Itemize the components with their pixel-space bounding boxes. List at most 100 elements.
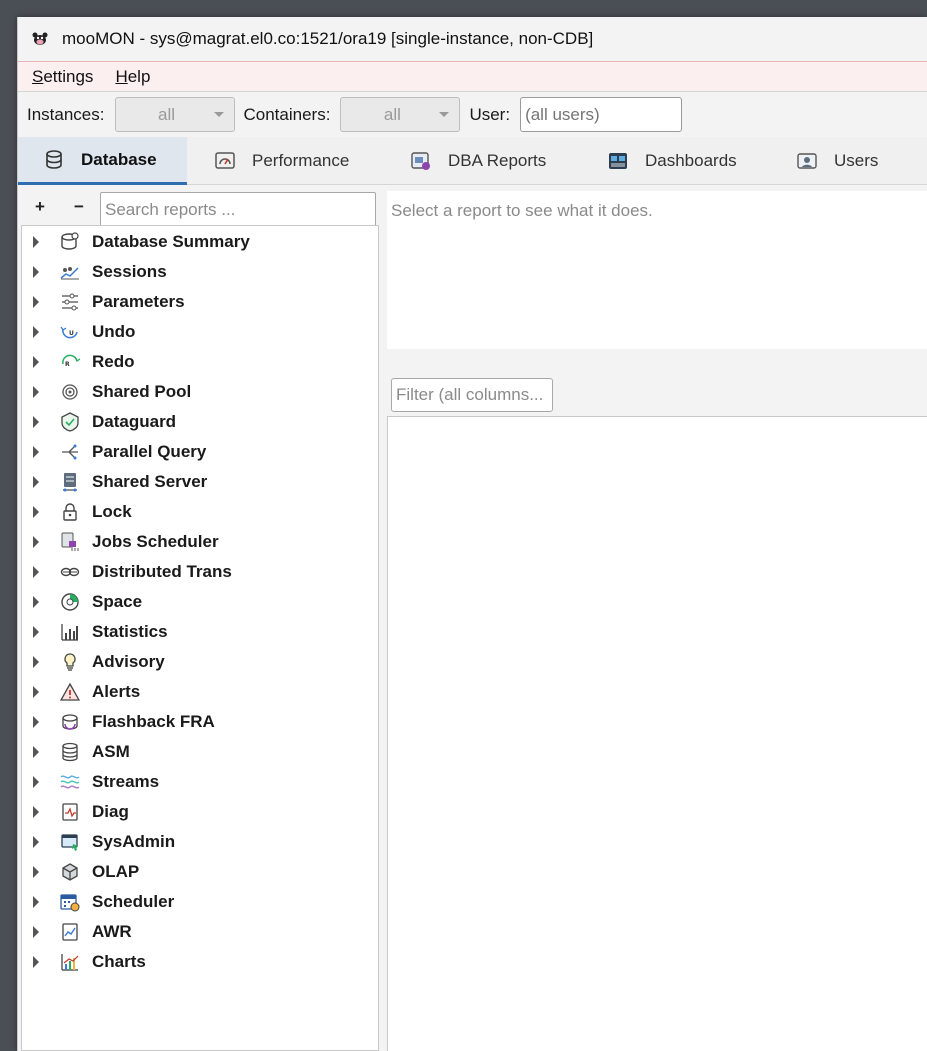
expand-arrow-icon[interactable]	[33, 596, 39, 608]
tree-item[interactable]: Shared Server	[22, 467, 378, 497]
chevron-down-icon	[213, 112, 224, 117]
expand-arrow-icon[interactable]	[33, 446, 39, 458]
tab-performance[interactable]: Performance	[214, 137, 389, 185]
tab-dba-reports-label: DBA Reports	[448, 151, 547, 170]
title-bar: mooMON - sys@magrat.el0.co:1521/ora19 [s…	[18, 17, 927, 61]
reports-pane: + − Database Summary Sessions Parameters	[18, 185, 379, 1051]
menu-settings-mnemonic: S	[32, 66, 44, 86]
tree-item-label: Alerts	[92, 682, 141, 701]
expand-arrow-icon[interactable]	[33, 356, 39, 368]
expand-all-button[interactable]: +	[35, 197, 45, 217]
tree-item[interactable]: Statistics	[22, 617, 378, 647]
user-input[interactable]	[520, 97, 683, 132]
results-grid[interactable]	[387, 416, 927, 1051]
advisory-icon	[64, 653, 76, 671]
tree-item[interactable]: R Redo	[22, 347, 378, 377]
flashback-fra-icon	[62, 714, 78, 730]
expand-arrow-icon[interactable]	[33, 236, 39, 248]
instances-combo[interactable]: all	[114, 97, 235, 132]
expand-arrow-icon[interactable]	[33, 626, 39, 638]
window-title: mooMON - sys@magrat.el0.co:1521/ora19 [s…	[62, 29, 594, 48]
expand-arrow-icon[interactable]	[33, 926, 39, 938]
reports-tree: Database Summary Sessions Parameters U U…	[21, 225, 379, 1051]
tab-users[interactable]: Users	[796, 137, 926, 185]
tree-item-label: AWR	[92, 922, 132, 941]
pane-splitter[interactable]	[379, 185, 387, 1051]
tree-item[interactable]: Parameters	[22, 287, 378, 317]
tree-item-label: Streams	[92, 772, 160, 791]
cow-logo-icon	[32, 32, 48, 45]
menu-settings[interactable]: Settings	[32, 67, 93, 87]
tab-dashboards[interactable]: Dashboards	[607, 137, 782, 185]
expand-arrow-icon[interactable]	[33, 896, 39, 908]
tree-item[interactable]: Scheduler	[22, 887, 378, 917]
asm-icon	[62, 742, 78, 762]
search-reports-input[interactable]	[100, 192, 376, 227]
expand-arrow-icon[interactable]	[33, 746, 39, 758]
tree-item[interactable]: Shared Pool	[22, 377, 378, 407]
expand-arrow-icon[interactable]	[33, 566, 39, 578]
menu-bar: Settings Help	[18, 61, 927, 91]
expand-arrow-icon[interactable]	[33, 476, 39, 488]
expand-arrow-icon[interactable]	[33, 386, 39, 398]
expand-arrow-icon[interactable]	[33, 296, 39, 308]
expand-arrow-icon[interactable]	[33, 776, 39, 788]
expand-arrow-icon[interactable]	[33, 506, 39, 518]
database-summary-icon	[61, 232, 79, 250]
tree-item[interactable]: Dataguard	[22, 407, 378, 437]
expand-arrow-icon[interactable]	[33, 686, 39, 698]
expand-arrow-icon[interactable]	[33, 866, 39, 878]
tree-item[interactable]: Advisory	[22, 647, 378, 677]
containers-combo[interactable]: all	[340, 97, 461, 132]
tree-item-label: Parameters	[92, 292, 185, 311]
tree-item-label: OLAP	[92, 862, 140, 881]
tree-item[interactable]: Space	[22, 587, 378, 617]
tree-item[interactable]: Distributed Trans	[22, 557, 378, 587]
tree-item[interactable]: U Undo	[22, 317, 378, 347]
reports-toolbar: + −	[18, 189, 379, 227]
tree-item[interactable]: Lock	[22, 497, 378, 527]
expand-arrow-icon[interactable]	[33, 836, 39, 848]
filter-columns-input[interactable]	[391, 378, 553, 412]
tree-item[interactable]: Flashback FRA	[22, 707, 378, 737]
containers-label: Containers:	[243, 104, 331, 124]
tree-item-label: Charts	[92, 952, 146, 971]
expand-arrow-icon[interactable]	[33, 716, 39, 728]
scheduler-icon	[60, 894, 80, 912]
tree-item-label: Advisory	[92, 652, 165, 671]
olap-icon	[62, 863, 78, 881]
tree-item-label: Statistics	[92, 622, 168, 641]
tree-item-label: Database Summary	[92, 232, 250, 251]
tree-item[interactable]: Streams	[22, 767, 378, 797]
tree-item[interactable]: ASM	[22, 737, 378, 767]
tab-dba-reports[interactable]: DBA Reports	[410, 137, 585, 185]
jobs-scheduler-icon	[61, 532, 79, 551]
expand-arrow-icon[interactable]	[33, 266, 39, 278]
expand-arrow-icon[interactable]	[33, 326, 39, 338]
tab-database[interactable]: Database	[18, 137, 187, 185]
tree-item[interactable]: Jobs Scheduler	[22, 527, 378, 557]
expand-arrow-icon[interactable]	[33, 656, 39, 668]
tree-item-label: Space	[92, 592, 143, 611]
tab-database-label: Database	[81, 149, 157, 169]
menu-help[interactable]: Help	[115, 67, 150, 87]
tree-item[interactable]: Parallel Query	[22, 437, 378, 467]
tree-item[interactable]: OLAP	[22, 857, 378, 887]
tree-item[interactable]: SysAdmin	[22, 827, 378, 857]
expand-arrow-icon[interactable]	[33, 806, 39, 818]
lock-icon	[63, 503, 77, 521]
tree-item[interactable]: Database Summary	[22, 227, 378, 257]
chevron-down-icon	[439, 112, 450, 117]
expand-arrow-icon[interactable]	[33, 956, 39, 968]
tree-item[interactable]: Sessions	[22, 257, 378, 287]
menu-help-mnemonic: H	[115, 66, 128, 86]
tree-item[interactable]: Diag	[22, 797, 378, 827]
tree-item[interactable]: Charts	[22, 947, 378, 977]
collapse-all-button[interactable]: −	[74, 197, 84, 217]
tree-item[interactable]: AWR	[22, 917, 378, 947]
expand-arrow-icon[interactable]	[33, 416, 39, 428]
space-icon	[61, 593, 79, 611]
tree-item[interactable]: Alerts	[22, 677, 378, 707]
sessions-icon	[60, 267, 79, 280]
expand-arrow-icon[interactable]	[33, 536, 39, 548]
